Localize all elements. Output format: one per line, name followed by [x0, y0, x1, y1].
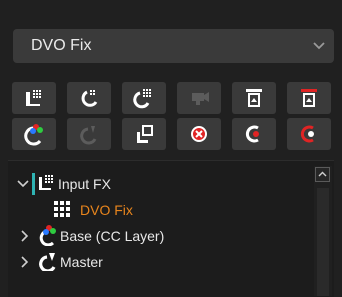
- record-red-button[interactable]: [287, 118, 331, 150]
- master-disabled-button[interactable]: [67, 118, 111, 150]
- chevron-down-icon[interactable]: [16, 179, 30, 189]
- tree-item-master[interactable]: Master: [8, 249, 308, 275]
- tree-item-label: Input FX: [58, 176, 111, 192]
- tree-item-label: DVO Fix: [80, 202, 133, 218]
- record-red-icon: [300, 125, 314, 143]
- add-grid-node-icon: [133, 89, 151, 109]
- color-layer-icon: [39, 225, 56, 246]
- remove-node-button[interactable]: [177, 118, 221, 150]
- tree-item-label: Base (CC Layer): [60, 228, 165, 244]
- toolbar-row-2: [10, 118, 334, 152]
- node-connect-button[interactable]: [122, 118, 166, 150]
- chevron-right-icon[interactable]: [20, 229, 30, 243]
- record-left-button[interactable]: [232, 118, 276, 150]
- effect-dropdown[interactable]: DVO Fix: [13, 29, 334, 63]
- add-node-alt-button[interactable]: [67, 82, 111, 114]
- remove-circle-icon: [191, 126, 207, 142]
- selection-marker-icon: [32, 173, 35, 195]
- effect-dropdown-value: DVO Fix: [31, 37, 92, 54]
- camera-button[interactable]: [177, 82, 221, 114]
- input-fx-icon: [39, 175, 53, 190]
- node-tree: Input FX DVO Fix Base (CC Layer) Master: [8, 160, 334, 297]
- tree-item-input-fx[interactable]: Input FX: [8, 171, 308, 197]
- layer-top-red-icon: [301, 89, 317, 107]
- chevron-down-icon: [313, 42, 325, 50]
- add-node-alt-icon: [81, 90, 98, 107]
- tree-item-label: Master: [60, 254, 103, 270]
- scroll-track[interactable]: [317, 188, 329, 296]
- add-grid-node-button[interactable]: [122, 82, 166, 114]
- record-left-icon: [245, 125, 259, 143]
- node-connect-icon: [137, 125, 153, 143]
- layer-top-icon: [246, 89, 262, 107]
- color-layer-button[interactable]: [12, 118, 56, 150]
- color-layer-icon: [24, 124, 43, 146]
- layer-top-button[interactable]: [232, 82, 276, 114]
- tree-scrollbar[interactable]: [314, 166, 332, 296]
- tree-item-dvo-fix[interactable]: DVO Fix: [8, 197, 308, 223]
- toolbar-row-1: [10, 82, 334, 116]
- camera-icon: [192, 92, 209, 105]
- layer-top-red-button[interactable]: [287, 82, 331, 114]
- chevron-right-icon[interactable]: [20, 255, 30, 269]
- add-node-icon: [26, 90, 41, 106]
- master-icon: [39, 253, 56, 271]
- tree-item-base-cc-layer[interactable]: Base (CC Layer): [8, 223, 308, 249]
- chevron-up-icon: [318, 171, 327, 177]
- grid-effect-icon: [54, 201, 70, 217]
- scroll-up-button[interactable]: [315, 167, 330, 182]
- add-node-button[interactable]: [12, 82, 56, 114]
- master-disabled-icon: [80, 126, 97, 145]
